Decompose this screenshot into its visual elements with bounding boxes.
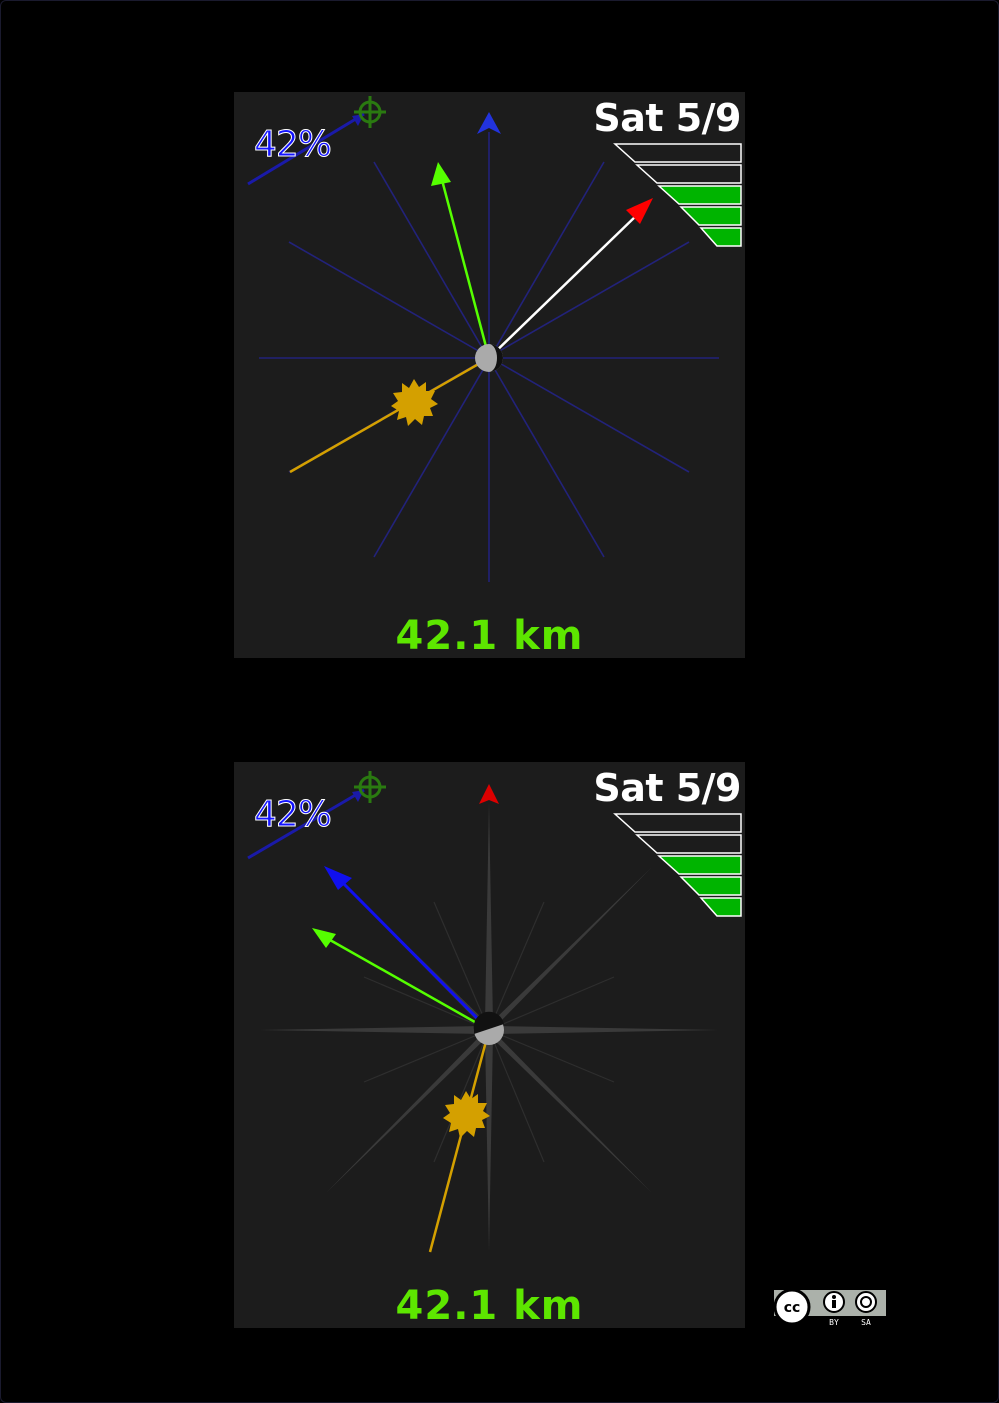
signal-bar [635, 834, 742, 854]
distance-label: 42.1 km [395, 1283, 584, 1328]
signal-bar [699, 227, 742, 247]
signal-bars-2 [613, 813, 742, 917]
heading-arrow-line [340, 880, 491, 1032]
date-label: Sat 5/9 [593, 96, 741, 140]
north-arrow-icon [477, 112, 501, 134]
target-arrow-line [329, 938, 490, 1032]
signal-bar [699, 897, 742, 917]
sa-icon [855, 1291, 877, 1313]
signal-bar [679, 876, 742, 896]
sun-icon [443, 1091, 490, 1138]
target-arrow-icon [431, 162, 451, 186]
distance-label: 42.1 km [395, 613, 584, 658]
target-arrow-line [440, 179, 491, 359]
date-label: Sat 5/9 [593, 766, 741, 810]
sa-label: SA [861, 1318, 871, 1327]
signal-bar [657, 185, 742, 205]
signal-bar [635, 164, 742, 184]
by-label: BY [829, 1318, 839, 1327]
north-arrow-icon [479, 784, 499, 804]
signal-bar [679, 206, 742, 226]
cc-license-badge[interactable]: cc BY SA [772, 1288, 888, 1328]
percent-label: 42% [253, 124, 332, 165]
percent-label: 42% [253, 794, 332, 835]
signal-bar [613, 813, 742, 833]
signal-bars-1 [613, 143, 742, 247]
sun-icon [391, 379, 438, 426]
compass-panel-1: Sat 5/9 42% 42.1 km [234, 92, 745, 658]
compass-panel-2: Sat 5/9 42% 42.1 km [234, 762, 745, 1328]
moon-icon [475, 344, 503, 372]
signal-bar [657, 855, 742, 875]
target-arrow-icon [312, 928, 336, 948]
cc-text: cc [784, 1300, 801, 1316]
sun-line [289, 356, 490, 474]
moon-icon [473, 1011, 504, 1045]
by-icon [823, 1291, 845, 1313]
signal-bar [613, 143, 742, 163]
